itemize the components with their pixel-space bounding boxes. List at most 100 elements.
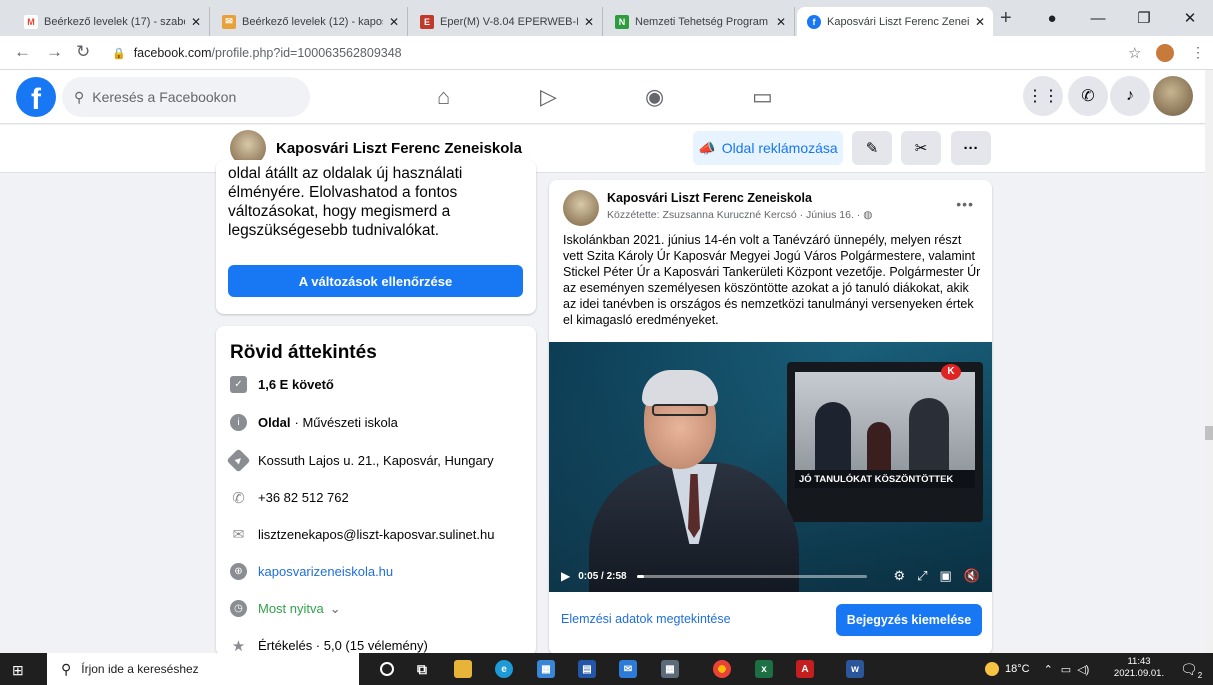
tab-ntp[interactable]: N Nemzeti Tehetség Program – ✕ [605, 7, 795, 36]
taskbar-clock[interactable]: 11:43 2021.09.01. [1113, 656, 1165, 680]
reload-icon[interactable]: ↻ [76, 42, 90, 62]
hours-row[interactable]: ◷ Most nyitva ⌄ [230, 600, 341, 617]
channel-logo: K [941, 364, 961, 380]
promote-page-button[interactable]: 📣 Oldal reklámozása [693, 131, 843, 165]
messenger-icon[interactable]: ✆ [1068, 76, 1108, 116]
acrobat-icon[interactable]: A [796, 660, 814, 678]
facebook-search-input[interactable]: ⚲ Keresés a Facebookon [62, 77, 310, 117]
excel-icon[interactable]: x [755, 660, 773, 678]
clock-date: 2021.09.01. [1113, 668, 1165, 679]
fullscreen-icon[interactable]: ⤢ [917, 568, 927, 584]
tab-mail[interactable]: ✉ Beérkező levelek (12) - kapos ✕ [212, 7, 408, 36]
page-name[interactable]: Kaposvári Liszt Ferenc Zeneiskola [276, 140, 522, 157]
video-progress-bar[interactable] [636, 574, 868, 578]
email-text: lisztzenekapos@liszt-kaposvar.sulinet.hu [258, 527, 495, 542]
browser-menu-icon[interactable]: ⋮ [1191, 44, 1205, 61]
volume-icon[interactable]: ◁) [1077, 663, 1089, 676]
address-row[interactable]: ▲ Kossuth Lajos u. 21., Kaposvár, Hungar… [226, 448, 494, 473]
calculator-icon[interactable]: ▦ [661, 660, 679, 678]
clock-time: 11:43 [1127, 656, 1151, 667]
close-icon[interactable]: ✕ [975, 15, 985, 29]
file-explorer-icon[interactable] [454, 660, 472, 678]
url-host: facebook.com [133, 46, 212, 60]
word-icon[interactable]: w [846, 660, 864, 678]
network-icon[interactable]: ▭ [1061, 663, 1071, 676]
tools-icon[interactable]: ✂ [901, 131, 941, 165]
video-progress-fill [636, 574, 644, 578]
store-icon[interactable]: ▦ [537, 660, 555, 678]
anchor-glasses [652, 404, 708, 416]
post-author[interactable]: Kaposvári Liszt Ferenc Zeneiskola [607, 191, 812, 205]
gaming-icon[interactable]: ▭ [752, 84, 773, 110]
facebook-logo[interactable]: f [16, 77, 56, 117]
menu-grid-icon[interactable]: ⋮⋮ [1023, 76, 1063, 116]
notifications-icon[interactable]: 🗨2 [1180, 661, 1202, 680]
tab-gmail[interactable]: M Beérkező levelek (17) - szabo ✕ [14, 7, 210, 36]
phone-text: +36 82 512 762 [258, 490, 349, 505]
url-path: /profile.php?id=100063562809348 [211, 46, 402, 60]
temperature[interactable]: 18°C [1005, 663, 1030, 675]
groups-icon[interactable]: ◉ [645, 84, 664, 110]
close-icon[interactable]: ✕ [584, 15, 594, 29]
forward-icon[interactable]: → [46, 42, 63, 62]
scrollbar-thumb[interactable] [1205, 426, 1213, 440]
play-icon[interactable]: ▶ [561, 569, 570, 583]
facebook-header: f ⚲ Keresés a Facebookon ⌂ ▷ ◉ ▭ ⋮⋮ ✆ ♪ [0, 70, 1205, 124]
windows-start-icon[interactable]: ⊞ [12, 662, 24, 679]
category-row: i Oldal · Művészeti iskola [230, 414, 398, 431]
boost-post-button[interactable]: Bejegyzés kiemelése [836, 604, 982, 636]
address-text: Kossuth Lajos u. 21., Kaposvár, Hungary [258, 453, 494, 468]
followers-row[interactable]: ✓ 1,6 E követő [230, 376, 338, 393]
close-icon[interactable]: ✕ [389, 15, 399, 29]
address-bar: ← → ↻ 🔒 facebook.com/profile.php?id=1000… [0, 36, 1213, 70]
volume-muted-icon[interactable]: 🔇 [964, 568, 980, 584]
bookmark-star-icon[interactable]: ☆ [1128, 44, 1141, 62]
profile-badge-icon[interactable]: ● [1029, 10, 1075, 27]
rating-row[interactable]: ★ Értékelés · 5,0 (15 vélemény) [230, 637, 428, 655]
email-row[interactable]: ✉ lisztzenekapos@liszt-kaposvar.sulinet.… [230, 526, 495, 543]
website-row[interactable]: ⊕ kaposvarizeneiskola.hu [230, 563, 393, 580]
globe-icon: ⊕ [230, 563, 247, 580]
minimize-icon[interactable]: — [1075, 10, 1121, 27]
close-icon[interactable]: ✕ [776, 15, 786, 29]
chevron-down-icon[interactable]: ⌄ [330, 601, 341, 617]
post-video[interactable]: JÓ TANULÓKAT KÖSZÖNTÖTTEK K ▶ 0:05 / 2:5… [549, 342, 992, 592]
profile-avatar[interactable] [1156, 44, 1174, 62]
tab-eper[interactable]: E Eper(M) V-8.04 EPERWEB-I : ✕ [410, 7, 603, 36]
post-more-icon[interactable]: ••• [956, 196, 974, 212]
mini-player-icon[interactable]: ▣ [940, 568, 952, 584]
cortana-icon[interactable] [380, 662, 394, 676]
tab-facebook[interactable]: f Kaposvári Liszt Ferenc Zeneis ✕ [797, 7, 993, 36]
post-card: Kaposvári Liszt Ferenc Zeneiskola Közzét… [549, 180, 992, 655]
windows-taskbar: ⊞ ⚲ Írjon ide a kereséshez ⧉ e ▦ ▤ ✉ ▦ x… [0, 653, 1213, 685]
new-tab-button[interactable]: + [1000, 8, 1012, 28]
edge-icon[interactable]: e [495, 660, 513, 678]
close-icon[interactable]: ✕ [191, 15, 201, 29]
browser-tab-bar: M Beérkező levelek (17) - szabo ✕ ✉ Beér… [0, 0, 1213, 36]
edit-pencil-icon[interactable]: ✎ [852, 131, 892, 165]
account-avatar[interactable] [1153, 76, 1193, 116]
settings-gear-icon[interactable]: ⚙ [893, 568, 905, 584]
review-changes-button[interactable]: A változások ellenőrzése [228, 265, 523, 297]
page-scrollbar[interactable] [1205, 70, 1213, 653]
more-options-icon[interactable]: ··· [951, 131, 991, 165]
website-link[interactable]: kaposvarizeneiskola.hu [258, 564, 393, 579]
chrome-icon[interactable] [713, 660, 731, 678]
phone-row[interactable]: ✆ +36 82 512 762 [230, 489, 349, 507]
save-floppy-icon[interactable]: ▤ [578, 660, 596, 678]
task-view-icon[interactable]: ⧉ [413, 660, 431, 678]
back-icon[interactable]: ← [14, 42, 31, 62]
close-window-icon[interactable]: ✕ [1167, 9, 1213, 27]
notifications-bell-icon[interactable]: ♪ [1110, 76, 1150, 116]
chevron-up-icon[interactable]: ⌃ [1044, 663, 1053, 676]
url-field[interactable]: 🔒 facebook.com/profile.php?id=1000635628… [112, 40, 1172, 66]
open-status: Most nyitva [258, 601, 324, 616]
clock-icon: ◷ [230, 600, 247, 617]
watch-icon[interactable]: ▷ [540, 84, 557, 110]
post-author-avatar[interactable] [563, 190, 599, 226]
restore-icon[interactable]: ❐ [1121, 9, 1167, 27]
taskbar-search-input[interactable]: ⚲ Írjon ide a kereséshez [47, 653, 359, 685]
home-icon[interactable]: ⌂ [437, 84, 450, 110]
mail-app-icon[interactable]: ✉ [619, 660, 637, 678]
view-insights-link[interactable]: Elemzési adatok megtekintése [561, 612, 731, 626]
